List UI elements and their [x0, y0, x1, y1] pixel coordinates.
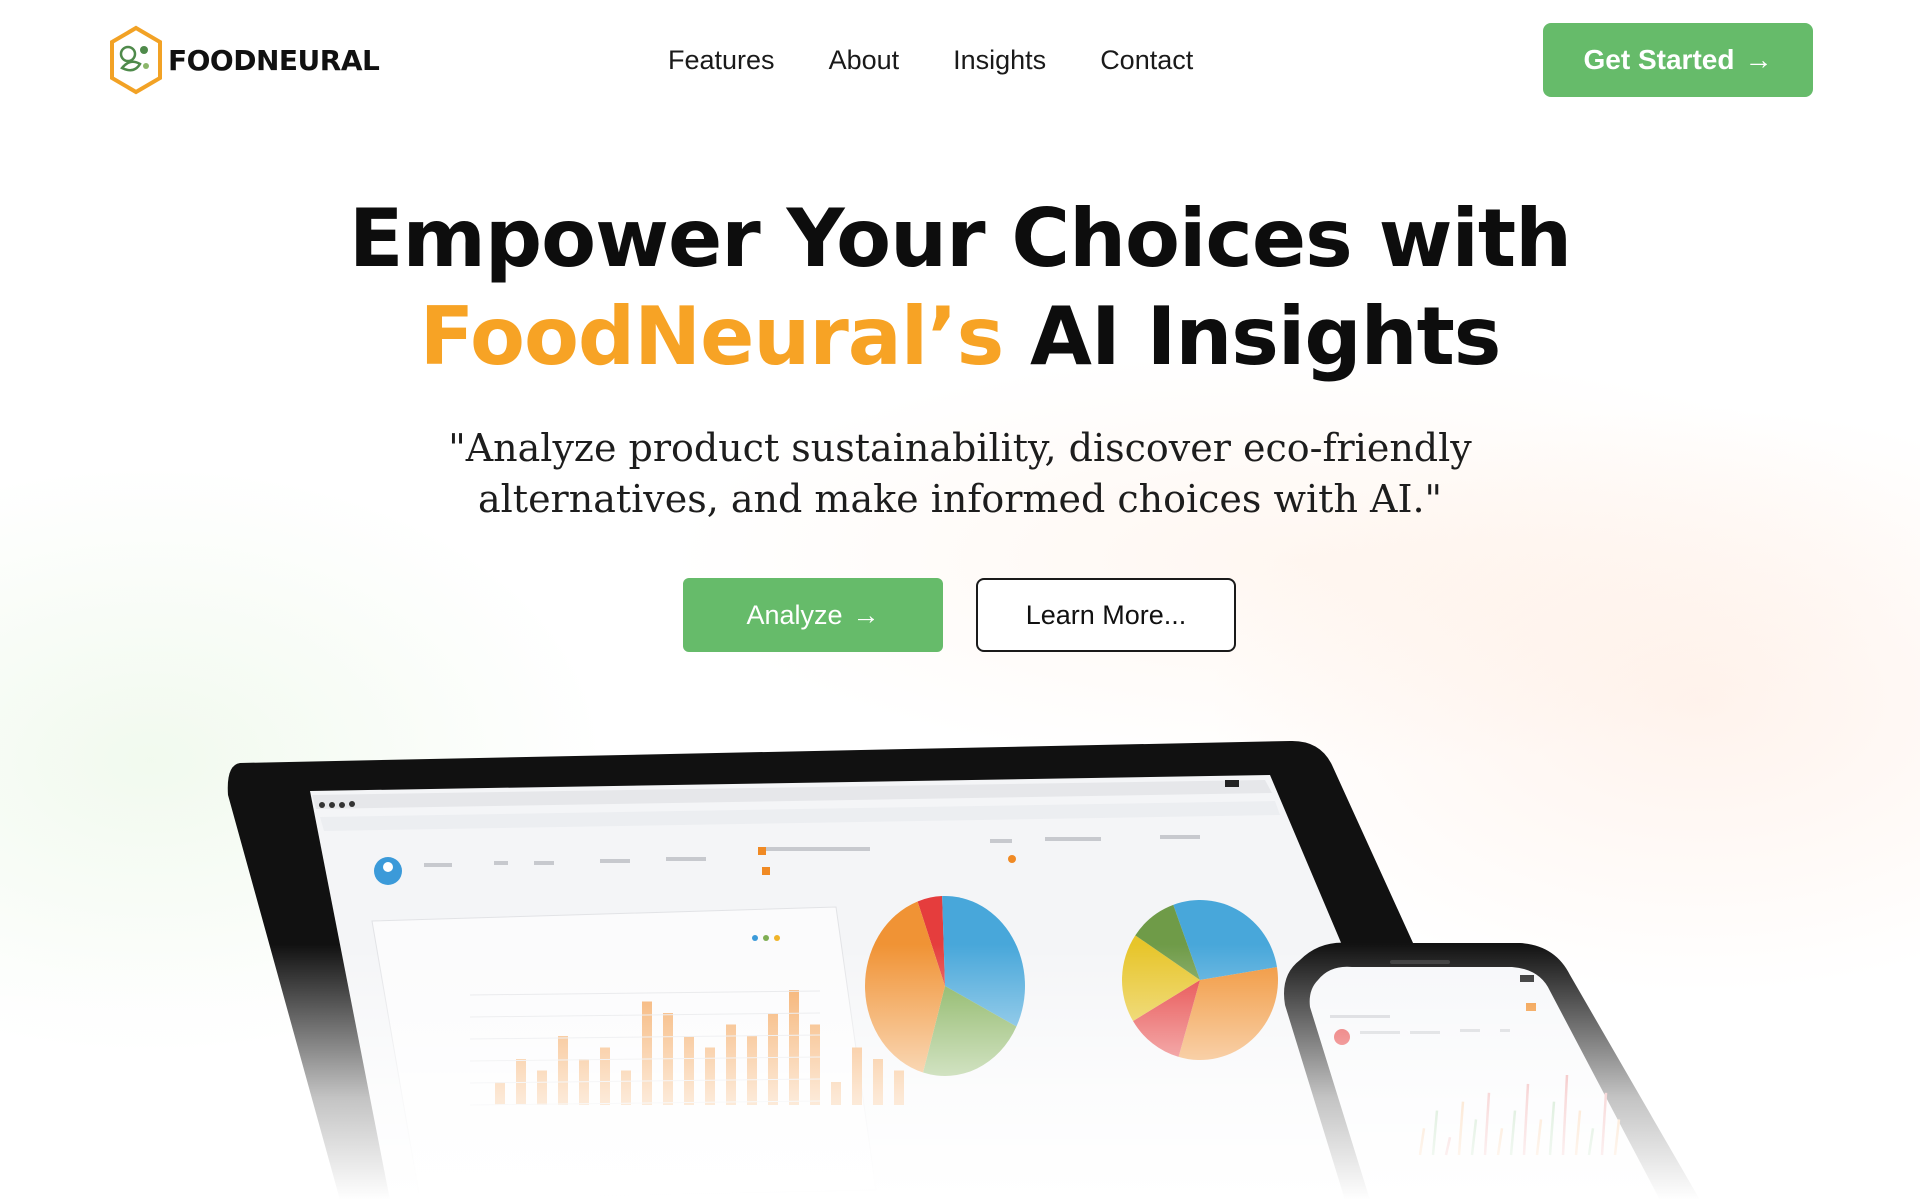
top-nav: FOODNEURAL Features About Insights Conta…: [0, 0, 1920, 120]
brand-name: FOODNEURAL: [168, 43, 380, 77]
learn-more-label: Learn More...: [1025, 599, 1187, 630]
hero-subtitle: "Analyze product sustainability, discove…: [448, 426, 1472, 521]
arrow-right-icon: →: [852, 599, 880, 630]
tablet-bar: [852, 1047, 862, 1105]
tablet-bar: [789, 990, 799, 1105]
hero-heading-rest: AI Insights: [1003, 290, 1501, 383]
tablet-pie-chart-left: [864, 896, 1025, 1076]
hero-heading-brand: FoodNeural’s: [419, 290, 1005, 383]
tablet-bar: [558, 1036, 568, 1105]
tablet-bar: [894, 1070, 904, 1105]
nav-link-about[interactable]: About: [829, 45, 900, 76]
learn-more-button[interactable]: Learn More...: [976, 578, 1236, 652]
tablet-bar: [537, 1070, 547, 1105]
tablet-bar: [810, 1024, 820, 1105]
tablet-bar: [831, 1082, 841, 1105]
brand-logo[interactable]: FOODNEURAL: [108, 24, 380, 96]
tablet-bar: [495, 1082, 505, 1105]
hero-heading-line1: Empower Your Choices with: [348, 192, 1572, 285]
tablet-bar: [705, 1047, 715, 1105]
tablet-bar: [684, 1036, 694, 1105]
tablet-bar: [768, 1013, 778, 1105]
tablet-bar: [621, 1070, 631, 1105]
tablet-bar: [747, 1036, 757, 1105]
get-started-label: Get Started: [1583, 44, 1735, 75]
hero-heading: Empower Your Choices with FoodNeural’s A…: [0, 190, 1920, 386]
tablet-pie-chart-right: [1122, 900, 1279, 1060]
arrow-right-icon: →: [1744, 44, 1773, 75]
get-started-button[interactable]: Get Started →: [1543, 23, 1813, 97]
tablet-bar: [873, 1059, 883, 1105]
nav-link-contact[interactable]: Contact: [1100, 45, 1193, 76]
tablet-bar: [600, 1047, 610, 1105]
analyze-label: Analyze: [746, 599, 843, 630]
tablet-phone-dashboard-image: [227, 740, 1700, 1200]
device-mockup-illustration: [0, 735, 1920, 1200]
primary-nav: Features About Insights Contact: [668, 40, 1193, 80]
analyze-button[interactable]: Analyze →: [683, 578, 943, 652]
nav-link-insights[interactable]: Insights: [953, 45, 1046, 76]
tablet-bar: [642, 1001, 652, 1105]
tablet-bar: [726, 1024, 736, 1105]
hexagon-leaf-logo-icon: [110, 25, 162, 95]
nav-link-features[interactable]: Features: [668, 45, 775, 76]
